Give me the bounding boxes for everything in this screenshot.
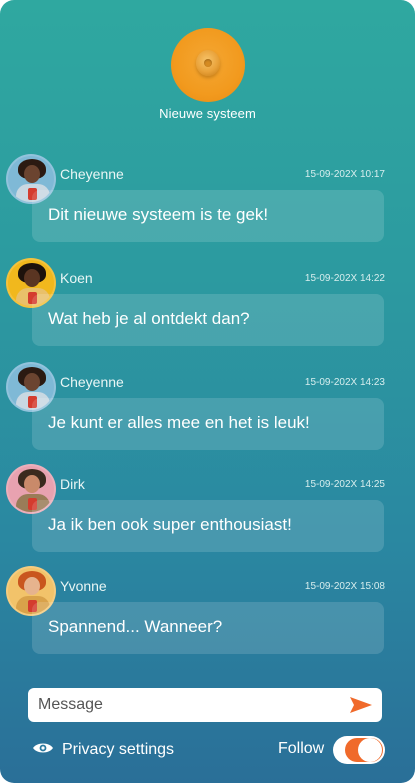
eye-icon [32,741,54,760]
follow-label: Follow [278,740,325,757]
chat-header: Nieuwe systeem [0,0,415,140]
message-timestamp: 15-09-202X 15:08 [304,581,385,592]
sender-name[interactable]: Cheyenne [60,374,124,390]
message-input[interactable] [28,688,338,722]
sender-name[interactable]: Cheyenne [60,166,124,182]
message-text: Dit nieuwe systeem is te gek! [48,205,269,224]
chat-panel: Nieuwe systeem Cheyenne 15-09-202X 10:17… [0,0,415,783]
send-icon[interactable] [348,695,374,715]
message-bubble: Ja ik ben ook super enthousiast! [32,500,384,552]
sender-name[interactable]: Dirk [60,476,85,492]
message-composer [28,688,382,722]
message-timestamp: 15-09-202X 10:17 [304,169,385,180]
privacy-settings-link[interactable]: Privacy settings [32,738,174,762]
message-item: Cheyenne 15-09-202X 14:23 Je kunt er all… [0,362,415,462]
sender-name[interactable]: Koen [60,270,93,286]
group-title: Nieuwe systeem [159,106,256,121]
message-item: Dirk 15-09-202X 14:25 Ja ik ben ook supe… [0,464,415,564]
message-timestamp: 15-09-202X 14:25 [304,479,385,490]
message-item: Yvonne 15-09-202X 15:08 Spannend... Wann… [0,566,415,666]
message-bubble: Wat heb je al ontdekt dan? [32,294,384,346]
message-text: Wat heb je al ontdekt dan? [48,309,250,328]
message-text: Ja ik ben ook super enthousiast! [48,515,292,534]
message-item: Koen 15-09-202X 14:22 Wat heb je al ontd… [0,258,415,358]
message-bubble: Dit nieuwe systeem is te gek! [32,190,384,242]
privacy-settings-label: Privacy settings [62,741,175,758]
message-bubble: Spannend... Wanneer? [32,602,384,654]
message-bubble: Je kunt er alles mee en het is leuk! [32,398,384,450]
message-timestamp: 15-09-202X 14:22 [304,273,385,284]
chat-footer: Privacy settings Follow [0,732,415,768]
message-text: Spannend... Wanneer? [48,617,223,636]
message-item: Cheyenne 15-09-202X 10:17 Dit nieuwe sys… [0,154,415,254]
send-arrow-svg [350,697,372,713]
sender-name[interactable]: Yvonne [60,578,107,594]
message-text: Je kunt er alles mee en het is leuk! [48,413,310,432]
group-avatar[interactable] [171,28,245,102]
message-timestamp: 15-09-202X 14:23 [304,377,385,388]
knob-icon [196,50,220,76]
follow-toggle[interactable] [333,736,385,764]
